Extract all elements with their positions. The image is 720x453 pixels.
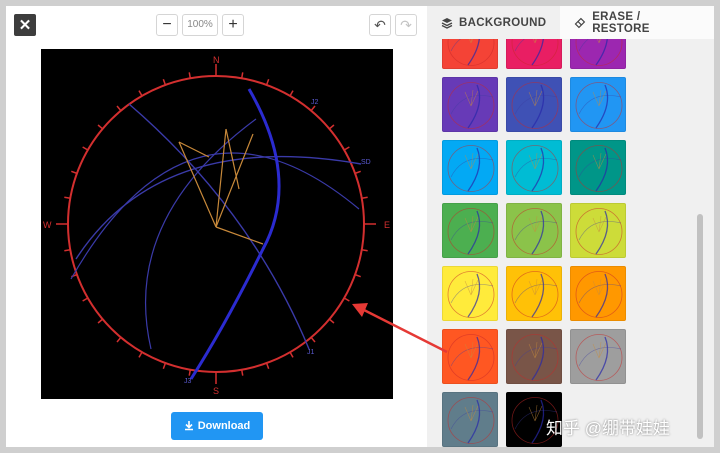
redo-button[interactable]: ↷ bbox=[395, 14, 417, 36]
download-label: Download bbox=[197, 420, 251, 432]
swatch-preview-icon bbox=[447, 397, 495, 444]
background-swatch[interactable] bbox=[506, 39, 562, 69]
swatch-preview-icon bbox=[447, 208, 495, 255]
zoom-controls: − 100% + bbox=[156, 14, 244, 36]
eraser-icon bbox=[574, 17, 586, 28]
background-swatch[interactable] bbox=[506, 329, 562, 384]
tab-erase-label: ERASE / RESTORE bbox=[592, 10, 650, 35]
swatch-preview-icon bbox=[511, 82, 559, 129]
swatch-preview-icon bbox=[447, 271, 495, 318]
swatch-preview-icon bbox=[575, 334, 623, 381]
swatch-preview-icon bbox=[447, 39, 495, 66]
swatch-preview-icon bbox=[447, 82, 495, 129]
south-label: S bbox=[213, 386, 219, 396]
background-swatch[interactable] bbox=[442, 140, 498, 195]
sd-label: SD bbox=[361, 159, 371, 166]
j2-label: J2 bbox=[311, 99, 319, 106]
close-icon: ✕ bbox=[18, 16, 32, 34]
stereonet-image: N S E W J2 SD J1 J3 bbox=[43, 55, 390, 396]
background-swatch[interactable] bbox=[506, 203, 562, 258]
background-swatch[interactable] bbox=[570, 39, 626, 69]
swatch-preview-icon bbox=[511, 208, 559, 255]
zoom-out-button[interactable]: − bbox=[156, 14, 178, 36]
background-swatch[interactable] bbox=[442, 77, 498, 132]
swatch-preview-icon bbox=[575, 271, 623, 318]
swatch-preview-icon bbox=[511, 271, 559, 318]
tab-background-label: BACKGROUND bbox=[459, 16, 547, 29]
background-swatch[interactable] bbox=[570, 140, 626, 195]
undo-button[interactable]: ↶ bbox=[369, 14, 391, 36]
download-button[interactable]: Download bbox=[171, 412, 263, 440]
scrollbar-thumb[interactable] bbox=[697, 214, 703, 439]
north-label: N bbox=[213, 55, 220, 65]
background-swatch[interactable] bbox=[442, 39, 498, 69]
zoom-level: 100% bbox=[182, 14, 218, 36]
background-swatch[interactable] bbox=[570, 203, 626, 258]
editor-modal: ✕ − 100% + ↶ ↷ N S E W J2 SD J1 J3 Downl… bbox=[6, 6, 714, 447]
swatch-preview-icon bbox=[511, 39, 559, 66]
swatch-preview-icon bbox=[511, 145, 559, 192]
swatch-preview-icon bbox=[447, 145, 495, 192]
swatch-preview-icon bbox=[575, 145, 623, 192]
swatch-preview-icon bbox=[575, 39, 623, 66]
background-swatch[interactable] bbox=[442, 266, 498, 321]
background-swatch[interactable] bbox=[506, 140, 562, 195]
zoom-in-button[interactable]: + bbox=[222, 14, 244, 36]
background-swatch[interactable] bbox=[506, 266, 562, 321]
layers-icon bbox=[441, 17, 453, 29]
swatch-preview-icon bbox=[447, 334, 495, 381]
background-swatch[interactable] bbox=[442, 203, 498, 258]
image-canvas[interactable]: N S E W J2 SD J1 J3 bbox=[41, 49, 393, 399]
background-swatch[interactable] bbox=[570, 77, 626, 132]
background-swatch[interactable] bbox=[442, 392, 498, 447]
background-swatch[interactable] bbox=[506, 77, 562, 132]
swatch-preview-icon bbox=[575, 82, 623, 129]
watermark-text: 知乎 @绷带娃娃 bbox=[546, 419, 670, 438]
j3-label: J3 bbox=[184, 378, 192, 385]
swatch-preview-icon bbox=[575, 208, 623, 255]
background-swatch[interactable] bbox=[570, 266, 626, 321]
close-button[interactable]: ✕ bbox=[14, 14, 36, 36]
download-icon bbox=[184, 421, 193, 431]
background-swatch[interactable] bbox=[570, 329, 626, 384]
j1-label: J1 bbox=[307, 349, 315, 356]
side-panel: BACKGROUND ERASE / RESTORE bbox=[427, 6, 714, 447]
background-swatch-grid bbox=[427, 39, 706, 447]
panel-scrollbar[interactable] bbox=[696, 39, 704, 447]
background-swatch[interactable] bbox=[442, 329, 498, 384]
history-controls: ↶ ↷ bbox=[369, 14, 417, 36]
panel-tabs: BACKGROUND ERASE / RESTORE bbox=[427, 6, 714, 39]
east-label: E bbox=[384, 220, 390, 230]
tab-erase-restore[interactable]: ERASE / RESTORE bbox=[560, 6, 714, 39]
swatch-preview-icon bbox=[511, 334, 559, 381]
west-label: W bbox=[43, 220, 52, 230]
tab-background[interactable]: BACKGROUND bbox=[427, 6, 561, 39]
